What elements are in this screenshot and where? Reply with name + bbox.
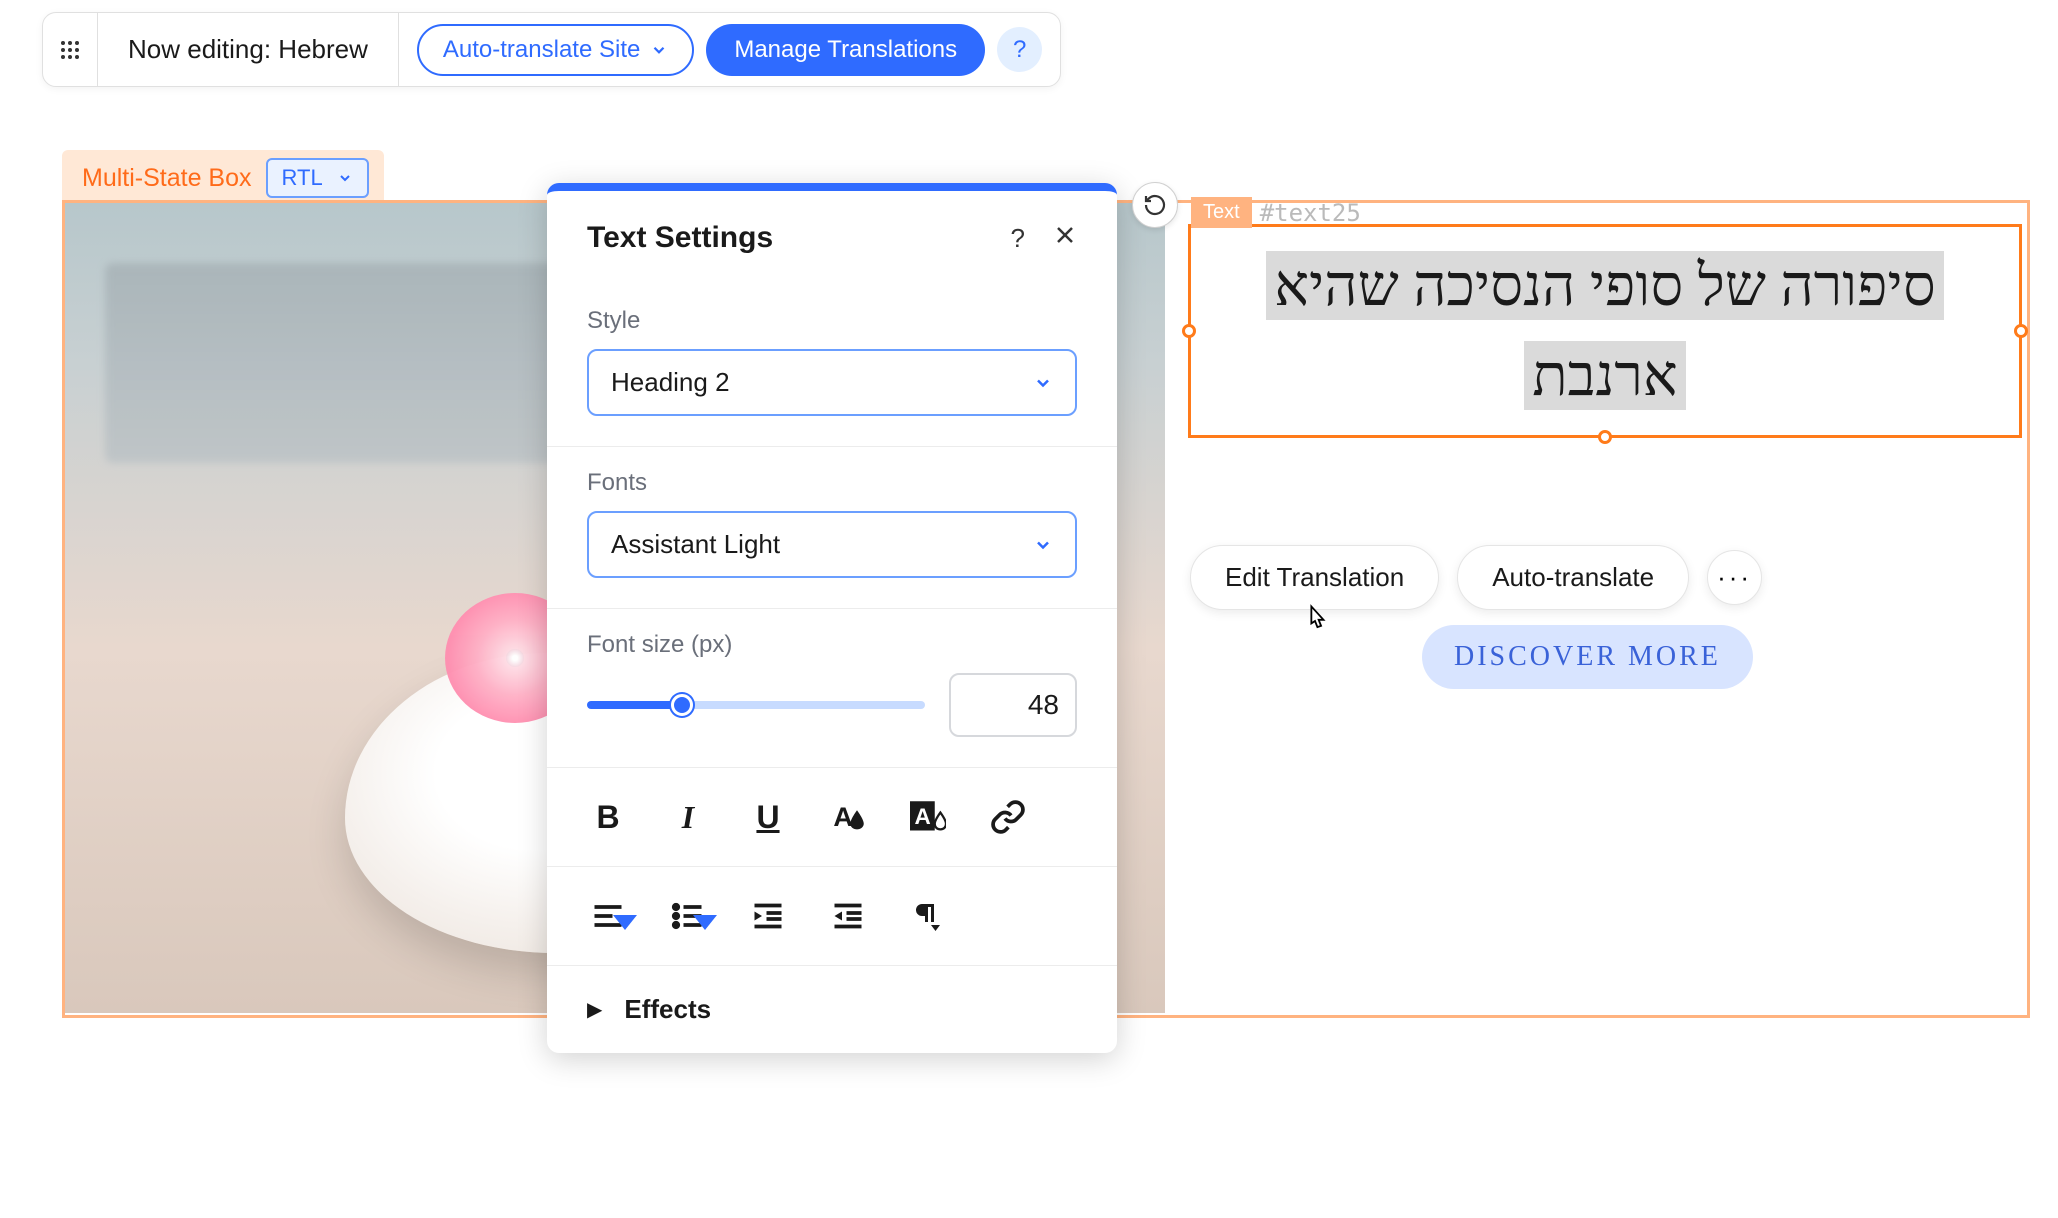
settings-title: Text Settings	[587, 221, 773, 255]
style-select[interactable]: Heading 2	[587, 349, 1077, 416]
history-button[interactable]	[1132, 182, 1178, 228]
fontsize-input[interactable]	[949, 673, 1077, 737]
fontsize-label: Font size (px)	[587, 631, 1077, 659]
svg-text:A: A	[833, 802, 853, 832]
panel-close-button[interactable]	[1053, 223, 1077, 254]
chevron-down-icon	[337, 170, 353, 186]
fonts-section: Fonts Assistant Light	[547, 447, 1117, 609]
underline-button[interactable]: U	[747, 796, 789, 838]
text-color-button[interactable]: A	[827, 796, 869, 838]
text-direction-button[interactable]	[907, 895, 949, 937]
indent-increase-button[interactable]	[747, 895, 789, 937]
effects-label: Effects	[624, 994, 711, 1025]
rtl-label: RTL	[282, 165, 323, 191]
font-value: Assistant Light	[611, 529, 780, 560]
style-label: Style	[587, 307, 1077, 335]
chevron-down-icon	[650, 41, 668, 59]
cursor-pointer-icon	[1300, 604, 1330, 645]
resize-handle-right[interactable]	[2014, 324, 2028, 338]
toolbar-actions: Auto-translate Site Manage Translations …	[399, 24, 1060, 76]
format-row-2	[547, 867, 1117, 966]
close-icon	[1053, 223, 1077, 247]
indent-increase-icon	[750, 898, 786, 934]
settings-header: Text Settings ?	[547, 191, 1117, 285]
text-badge: Text	[1191, 197, 1252, 228]
format-row-1: B I U A A	[547, 768, 1117, 867]
text-settings-panel: Text Settings ? Style Heading 2 Fonts As…	[547, 183, 1117, 1053]
highlight-icon: A	[910, 799, 946, 835]
svg-text:A: A	[915, 804, 931, 829]
history-icon	[1143, 193, 1167, 217]
more-options-button[interactable]: ···	[1707, 550, 1762, 605]
caret-right-icon: ▶	[587, 997, 602, 1022]
caret-down-icon	[607, 903, 643, 939]
text-element-id: #text25	[1252, 199, 1369, 227]
rtl-dropdown[interactable]: RTL	[266, 158, 369, 198]
help-button[interactable]: ?	[997, 27, 1042, 72]
auto-translate-site-button[interactable]: Auto-translate Site	[417, 24, 694, 76]
text-color-icon: A	[830, 799, 866, 835]
auto-translate-label: Auto-translate Site	[443, 36, 640, 64]
highlight-color-button[interactable]: A	[907, 796, 949, 838]
panel-help-button[interactable]: ?	[1011, 223, 1025, 254]
slider-thumb[interactable]	[671, 694, 693, 716]
style-section: Style Heading 2	[547, 285, 1117, 447]
edit-translation-button[interactable]: Edit Translation	[1190, 545, 1439, 610]
bold-button[interactable]: B	[587, 796, 629, 838]
chevron-down-icon	[1033, 535, 1053, 555]
font-select[interactable]: Assistant Light	[587, 511, 1077, 578]
fonts-label: Fonts	[587, 469, 1077, 497]
fontsize-section: Font size (px)	[547, 609, 1117, 768]
selected-text-element[interactable]: סיפורה של סופי הנסיכה שהיא ארנבת	[1188, 224, 2022, 438]
indent-decrease-icon	[830, 898, 866, 934]
hebrew-text-content[interactable]: סיפורה של סופי הנסיכה שהיא ארנבת	[1266, 251, 1943, 410]
drag-handle[interactable]	[43, 13, 98, 86]
context-toolbar: Edit Translation Auto-translate ···	[1190, 545, 1762, 610]
effects-section[interactable]: ▶ Effects	[547, 966, 1117, 1053]
link-icon	[990, 799, 1026, 835]
drag-dots-icon	[61, 41, 79, 59]
auto-translate-button[interactable]: Auto-translate	[1457, 545, 1689, 610]
chevron-down-icon	[1033, 373, 1053, 393]
resize-handle-bottom[interactable]	[1598, 430, 1612, 444]
style-value: Heading 2	[611, 367, 730, 398]
caret-down-icon	[687, 903, 723, 939]
element-type-label: Multi-State Box	[82, 164, 252, 193]
resize-handle-left[interactable]	[1182, 324, 1196, 338]
editing-language-label: Now editing: Hebrew	[98, 13, 399, 86]
link-button[interactable]	[987, 796, 1029, 838]
list-button[interactable]	[667, 895, 709, 937]
align-button[interactable]	[587, 895, 629, 937]
fontsize-slider[interactable]	[587, 701, 925, 709]
element-label-bar: Multi-State Box RTL	[62, 150, 384, 206]
manage-translations-button[interactable]: Manage Translations	[706, 24, 985, 76]
text-direction-icon	[910, 898, 946, 934]
discover-more-button[interactable]: DISCOVER MORE	[1422, 625, 1753, 689]
italic-button[interactable]: I	[667, 796, 709, 838]
text-element-tag: Text #text25	[1191, 197, 1369, 228]
indent-decrease-button[interactable]	[827, 895, 869, 937]
translation-toolbar: Now editing: Hebrew Auto-translate Site …	[42, 12, 1061, 87]
